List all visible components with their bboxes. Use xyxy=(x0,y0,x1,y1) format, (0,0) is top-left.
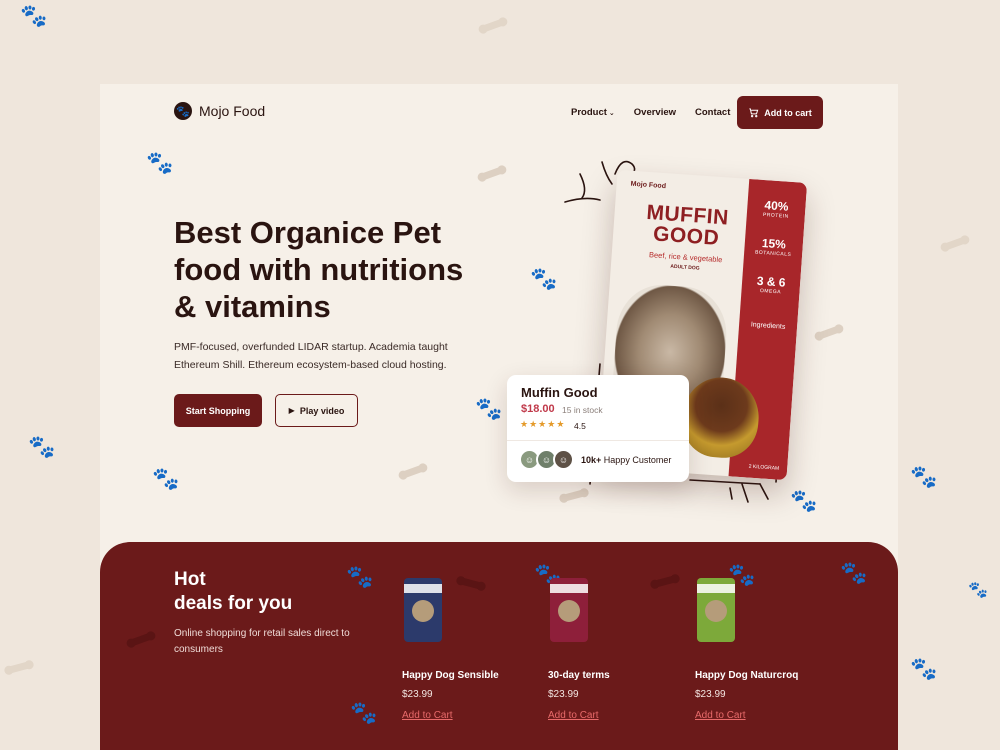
add-to-cart-button[interactable]: Add to cart xyxy=(737,96,823,129)
paw-icon: 🐾 xyxy=(146,150,174,175)
product-pack-image xyxy=(550,578,588,642)
hot-deals-section: 🐾 🐾 🐾 🐾 🐾 Hot deals for you Online shopp… xyxy=(100,542,898,750)
bone-icon xyxy=(817,325,841,340)
nav-product[interactable]: Product ⌄ xyxy=(571,107,615,118)
start-shopping-button[interactable]: Start Shopping xyxy=(174,394,262,427)
bag-brand: Mojo Food xyxy=(630,180,667,191)
paw-icon: 🐾 xyxy=(475,396,503,421)
bag-title: MUFFIN GOOD xyxy=(645,200,730,250)
nav-contact[interactable]: Contact xyxy=(695,107,730,118)
paw-logo-icon: 🐾 xyxy=(174,102,192,120)
deals-description: Online shopping for retail sales direct … xyxy=(174,628,350,655)
product-pack-image xyxy=(404,578,442,642)
customers-count: 10k+ xyxy=(581,455,602,465)
add-to-cart-link[interactable]: Add to Cart xyxy=(402,710,453,721)
bone-icon xyxy=(480,166,504,181)
deal-price: $23.99 xyxy=(402,689,433,700)
hero-title: Best Organice Pet food with nutritions &… xyxy=(174,215,464,324)
play-icon: ▶ xyxy=(288,406,295,415)
deal-item[interactable]: Happy Dog Sensible $23.99 Add to Cart xyxy=(402,578,532,723)
deal-item[interactable]: Happy Dog Naturcroq $23.99 Add to Cart xyxy=(695,578,825,723)
divider xyxy=(507,440,689,441)
play-video-label: Play video xyxy=(299,405,345,416)
paw-icon: 🐾 xyxy=(20,3,48,28)
star-icon: ★ xyxy=(547,419,557,429)
product-rating: 4.5 xyxy=(574,421,586,431)
bone-icon xyxy=(129,632,153,647)
cart-icon xyxy=(749,108,759,118)
deals-title-line1: Hot xyxy=(174,569,206,590)
paw-icon: 🐾 xyxy=(346,564,374,589)
product-price: $18.00 xyxy=(521,403,555,415)
bone-icon xyxy=(7,661,31,674)
nav-overview[interactable]: Overview xyxy=(634,107,676,118)
star-icon: ★ xyxy=(529,419,539,429)
product-card[interactable]: Muffin Good $18.00 15 in stock ★★★★★ 4.5… xyxy=(507,375,689,482)
deal-price: $23.99 xyxy=(548,689,579,700)
star-rating-icons: ★★★★★ xyxy=(520,419,565,430)
customer-avatars: ☺ ☺ ☺ xyxy=(519,449,574,470)
star-icon: ★ xyxy=(538,419,548,429)
bone-icon xyxy=(401,464,425,479)
add-to-cart-label: Add to cart xyxy=(764,107,812,118)
paw-icon: 🐾 xyxy=(28,434,56,459)
happy-customers: 10k+ Happy Customer xyxy=(581,455,671,465)
paw-icon: 🐾 xyxy=(910,656,938,681)
add-to-cart-link[interactable]: Add to Cart xyxy=(548,710,599,721)
deal-name: 30-day terms xyxy=(548,670,610,681)
paw-icon: 🐾 xyxy=(910,464,938,489)
deal-name: Happy Dog Sensible xyxy=(402,670,499,681)
paw-icon: 🐾 xyxy=(350,700,378,725)
chevron-down-icon: ⌄ xyxy=(608,110,615,117)
play-video-button[interactable]: ▶ Play video xyxy=(275,394,358,427)
product-name: Muffin Good xyxy=(521,385,598,400)
nav-product-label: Product xyxy=(571,107,607,118)
landing-page: 🐾 🐾 🐾 🐾 🐾 🐾 Mojo Food Product ⌄ Overview … xyxy=(100,84,898,750)
deal-price: $23.99 xyxy=(695,689,726,700)
deal-item[interactable]: 30-day terms $23.99 Add to Cart xyxy=(548,578,678,723)
paw-icon: 🐾 xyxy=(840,560,868,585)
paw-icon: 🐾 xyxy=(152,466,180,491)
add-to-cart-link[interactable]: Add to Cart xyxy=(695,710,746,721)
product-stock: 15 in stock xyxy=(562,405,603,415)
star-icon: ★ xyxy=(520,419,530,429)
customers-label: Happy Customer xyxy=(603,455,672,465)
deals-title-line2: deals for you xyxy=(174,593,293,614)
product-pack-image xyxy=(697,578,735,642)
avatar: ☺ xyxy=(553,449,574,470)
logo[interactable]: 🐾 Mojo Food xyxy=(174,102,265,120)
paw-icon: 🐾 xyxy=(530,266,558,291)
brand-name: Mojo Food xyxy=(199,103,266,119)
deals-title: Hot deals for you xyxy=(174,568,292,616)
paw-icon: 🐾 xyxy=(968,582,988,599)
star-icon: ★ xyxy=(556,419,566,429)
deal-name: Happy Dog Naturcroq xyxy=(695,670,799,681)
main-nav: Product ⌄ Overview Contact xyxy=(571,107,730,118)
bone-icon xyxy=(943,236,967,251)
hero-description: PMF-focused, overfunded LIDAR startup. A… xyxy=(174,341,448,371)
ingredients-label: Ingredients xyxy=(750,321,786,331)
bone-icon xyxy=(481,18,505,33)
